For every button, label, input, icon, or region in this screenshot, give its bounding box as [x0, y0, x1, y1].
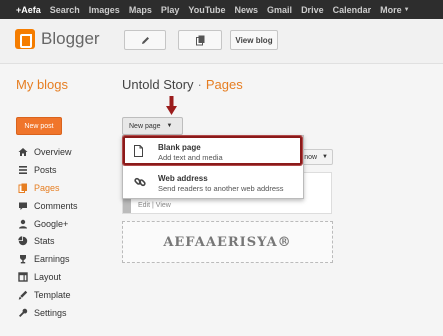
sidebar-item-earnings[interactable]: Earnings — [18, 250, 108, 268]
gbar-maps-link[interactable]: Maps — [129, 5, 152, 15]
sidebar-item-posts[interactable]: Posts — [18, 161, 108, 179]
new-post-pencil-button[interactable] — [124, 30, 166, 50]
gbar-more-label: More — [380, 4, 402, 15]
page-item-links[interactable]: Edit | View — [138, 202, 171, 209]
sidebar-nav: Overview Posts Pages Comments Google+ St… — [18, 143, 108, 322]
sidebar-item-pages[interactable]: Pages — [18, 179, 108, 197]
sidebar-item-comments[interactable]: Comments — [18, 197, 108, 215]
chevron-down-icon: ▼ — [403, 6, 410, 13]
gbar-search-link[interactable]: Search — [50, 5, 80, 15]
pencil-icon — [140, 35, 151, 46]
sidebar-item-google-plus[interactable]: Google+ — [18, 215, 108, 233]
google-bar: +Aefa Search Images Maps Play YouTube Ne… — [0, 0, 443, 19]
copy-icon — [195, 35, 206, 46]
sidebar-item-label: Posts — [34, 164, 57, 175]
sidebar-item-label: Layout — [34, 272, 62, 283]
gbar-news-link[interactable]: News — [235, 5, 259, 15]
blogger-logo-icon — [15, 29, 35, 49]
gbar-profile-link[interactable]: +Aefa — [16, 5, 41, 15]
sidebar-item-layout[interactable]: Layout — [18, 268, 108, 286]
page-title: Untold Story · Pages — [122, 77, 243, 92]
my-blogs-link[interactable]: My blogs — [16, 77, 68, 92]
posts-list-button[interactable] — [178, 30, 222, 50]
pages-icon — [18, 183, 28, 193]
new-page-label: New page — [129, 122, 161, 130]
sidebar-item-label: Settings — [34, 307, 67, 318]
sidebar-item-label: Google+ — [34, 218, 69, 229]
posts-icon — [18, 165, 28, 175]
sidebar-item-label: Overview — [34, 146, 72, 157]
gbar-more-menu[interactable]: More ▼ — [380, 5, 409, 15]
gbar-gmail-link[interactable]: Gmail — [267, 5, 292, 15]
gbar-calendar-link[interactable]: Calendar — [333, 5, 372, 15]
watermark-text: AEFAAERISYA® — [163, 234, 292, 250]
sidebar-item-overview[interactable]: Overview — [18, 143, 108, 161]
gbar-images-link[interactable]: Images — [89, 5, 120, 15]
template-icon — [18, 290, 28, 300]
blogger-logo[interactable]: Blogger — [15, 29, 100, 49]
show-label: now — [304, 153, 318, 161]
settings-icon — [18, 308, 28, 318]
sidebar-item-label: Comments — [34, 200, 78, 211]
layout-icon — [18, 272, 28, 282]
menu-item-web-address[interactable]: Web address Send readers to another web … — [123, 170, 303, 196]
earnings-icon — [18, 254, 28, 264]
sidebar-item-label: Stats — [34, 236, 55, 247]
sidebar-item-stats[interactable]: Stats — [18, 232, 108, 250]
blogger-logo-text: Blogger — [41, 29, 100, 48]
gbar-play-link[interactable]: Play — [161, 5, 180, 15]
new-post-button[interactable]: New post — [16, 117, 62, 135]
sidebar-item-settings[interactable]: Settings — [18, 304, 108, 322]
menu-item-subtitle: Send readers to another web address — [158, 184, 284, 193]
watermark-box: AEFAAERISYA® — [122, 221, 333, 263]
menu-item-title: Web address — [158, 174, 208, 183]
chevron-down-icon: ▼ — [166, 123, 173, 129]
sidebar-item-label: Earnings — [34, 254, 70, 265]
link-icon — [134, 175, 146, 193]
gbar-youtube-link[interactable]: YouTube — [188, 5, 225, 15]
sidebar-item-label: Pages — [34, 182, 60, 193]
comments-icon — [18, 201, 28, 211]
current-section: Pages — [205, 77, 243, 92]
overview-icon — [18, 147, 28, 157]
stats-icon — [18, 236, 28, 246]
sidebar-item-template[interactable]: Template — [18, 286, 108, 304]
sidebar-item-label: Template — [34, 290, 71, 301]
google-plus-icon — [18, 219, 28, 229]
chevron-down-icon: ▼ — [322, 154, 328, 160]
view-blog-button[interactable]: View blog — [230, 30, 278, 50]
new-page-button[interactable]: New page ▼ — [122, 117, 183, 135]
highlight-box — [123, 136, 302, 165]
title-separator: · — [197, 77, 202, 92]
blogger-header: Blogger View blog — [0, 19, 443, 64]
gbar-drive-link[interactable]: Drive — [301, 5, 324, 15]
blog-name[interactable]: Untold Story — [122, 77, 194, 92]
